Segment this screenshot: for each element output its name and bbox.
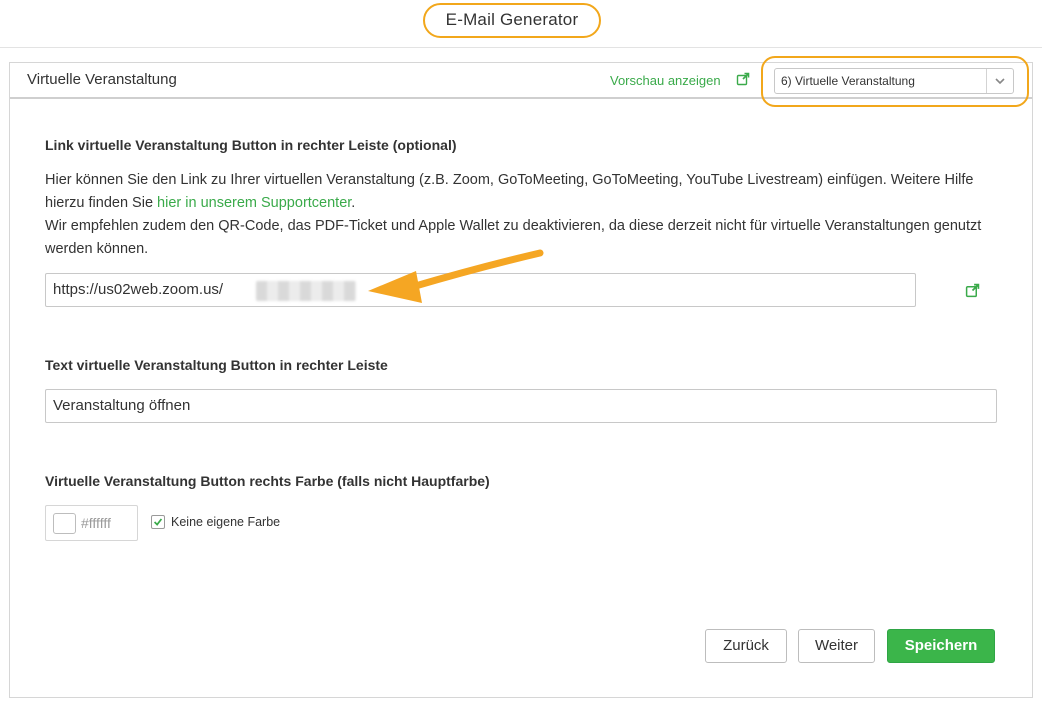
- color-hex-input[interactable]: #ffffff: [81, 515, 111, 531]
- save-button[interactable]: Speichern: [887, 629, 995, 663]
- no-own-color-checkbox[interactable]: [151, 515, 165, 529]
- text-section-label: Text virtuelle Veranstaltung Button in r…: [45, 357, 388, 373]
- link-section-label: Link virtuelle Veranstaltung Button in r…: [45, 137, 457, 153]
- checkmark-icon: [153, 518, 163, 526]
- help-text-part2: .: [351, 195, 356, 211]
- chevron-down-icon: [995, 78, 1005, 85]
- external-link-icon[interactable]: [965, 283, 980, 298]
- back-button[interactable]: Zurück: [705, 629, 787, 663]
- page-header: E-Mail Generator: [0, 0, 1042, 48]
- form-panel: Virtuelle Veranstaltung Vorschau anzeige…: [9, 56, 1033, 698]
- panel-title: Virtuelle Veranstaltung: [27, 71, 177, 88]
- button-text-input[interactable]: Veranstaltung öffnen: [45, 389, 997, 423]
- step-select[interactable]: 6) Virtuelle Veranstaltung: [774, 68, 1014, 94]
- color-section-label: Virtuelle Veranstaltung Button rechts Fa…: [45, 473, 490, 489]
- support-center-link[interactable]: hier in unserem Supportcenter: [157, 195, 351, 211]
- panel-header: Virtuelle Veranstaltung Vorschau anzeige…: [10, 56, 1032, 107]
- color-picker[interactable]: #ffffff: [45, 505, 138, 541]
- step-select-value: 6) Virtuelle Veranstaltung: [781, 74, 915, 88]
- orange-arrow-annotation: [368, 249, 544, 303]
- help-text: Hier können Sie den Link zu Ihrer virtue…: [45, 169, 1005, 261]
- select-divider: [986, 69, 987, 93]
- button-text-value: Veranstaltung öffnen: [53, 397, 191, 414]
- event-url-value: https://us02web.zoom.us/: [53, 281, 224, 298]
- color-swatch[interactable]: [53, 513, 76, 534]
- page-title: E-Mail Generator: [423, 3, 601, 38]
- no-own-color-label: Keine eigene Farbe: [171, 515, 281, 529]
- next-button[interactable]: Weiter: [798, 629, 875, 663]
- redacted-url-part: [256, 281, 356, 301]
- preview-link[interactable]: Vorschau anzeigen: [610, 73, 721, 88]
- external-link-icon[interactable]: [736, 72, 750, 86]
